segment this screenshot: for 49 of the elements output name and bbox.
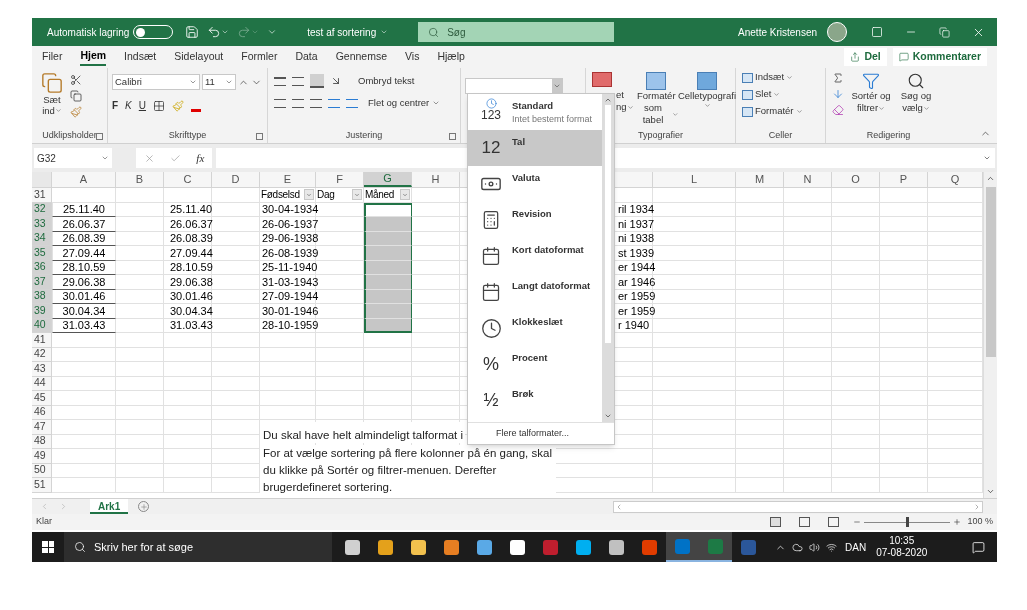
table-cell: 28-10-1959: [260, 318, 316, 333]
table-cell: 30.01.46: [164, 289, 212, 304]
text-box-line: For at vælge sortering på flere kolonner på én gang, skal: [263, 446, 552, 461]
autosave-label: Automatisk lagring: [47, 25, 130, 40]
table-cell: 29-06-1938: [260, 231, 316, 246]
table-cell: 26-06-1937: [260, 217, 316, 232]
text-box-line: brugerdefineret sortering.: [263, 480, 393, 495]
column-filter-label: Måned: [364, 188, 396, 203]
table-cell: 27.09.44: [52, 246, 116, 261]
table-cell: 30-04-1934: [260, 202, 316, 217]
table-cell: 27.09.44: [164, 246, 212, 261]
table-cell: 28.10.59: [52, 260, 116, 275]
status-text: Klar: [36, 515, 52, 529]
table-cell: 29.06.38: [164, 275, 212, 290]
table-cell: 30.04.34: [164, 304, 212, 319]
text-box-line: du klikke på Sortér og filtrer-menuen. Derefter: [263, 463, 497, 478]
group-label: Skrifttype: [168, 129, 207, 143]
table-cell: 26.06.37: [164, 217, 212, 232]
search-placeholder: Søg: [447, 25, 466, 40]
format-sample: %: [483, 352, 499, 376]
group-label: Justering: [345, 129, 383, 143]
table-cell: 26.08.39: [52, 231, 116, 246]
column-filter-label: Dag: [316, 188, 336, 203]
table-cell: 25-11-1940: [260, 260, 316, 275]
table-cell: 26.06.37: [52, 217, 116, 232]
table-cell: 25.11.40: [164, 202, 212, 217]
table-cell: 26-08-1939: [260, 246, 316, 261]
column-filter-label: Fødselsd: [260, 188, 301, 203]
table-cell: 28.10.59: [164, 260, 212, 275]
table-cell: 25.11.40: [52, 202, 116, 217]
table-cell: 30-01-1946: [260, 304, 316, 319]
group-label: Typografier: [638, 129, 683, 143]
table-cell: 31-03-1943: [260, 275, 316, 290]
table-cell: 31.03.43: [52, 318, 116, 333]
option-description: Intet bestemt format: [512, 113, 593, 127]
format-sample: 123: [481, 109, 501, 121]
table-cell: 29.06.38: [52, 275, 116, 290]
table-cell: 30.01.46: [52, 289, 116, 304]
group-label: Udklipsholder: [42, 129, 97, 143]
user-name: Anette Kristensen: [738, 25, 817, 40]
format-sample: ½: [483, 388, 499, 412]
search-placeholder: Skriv her for at søge: [94, 539, 194, 555]
table-cell: 31.03.43: [164, 318, 212, 333]
table-cell: 30.04.34: [52, 304, 116, 319]
group-label: Redigering: [866, 129, 911, 143]
table-cell: 26.08.39: [164, 231, 212, 246]
table-cell: 27-09-1944: [260, 289, 316, 304]
group-label: Celler: [768, 129, 793, 143]
format-sample: 12: [481, 137, 501, 160]
